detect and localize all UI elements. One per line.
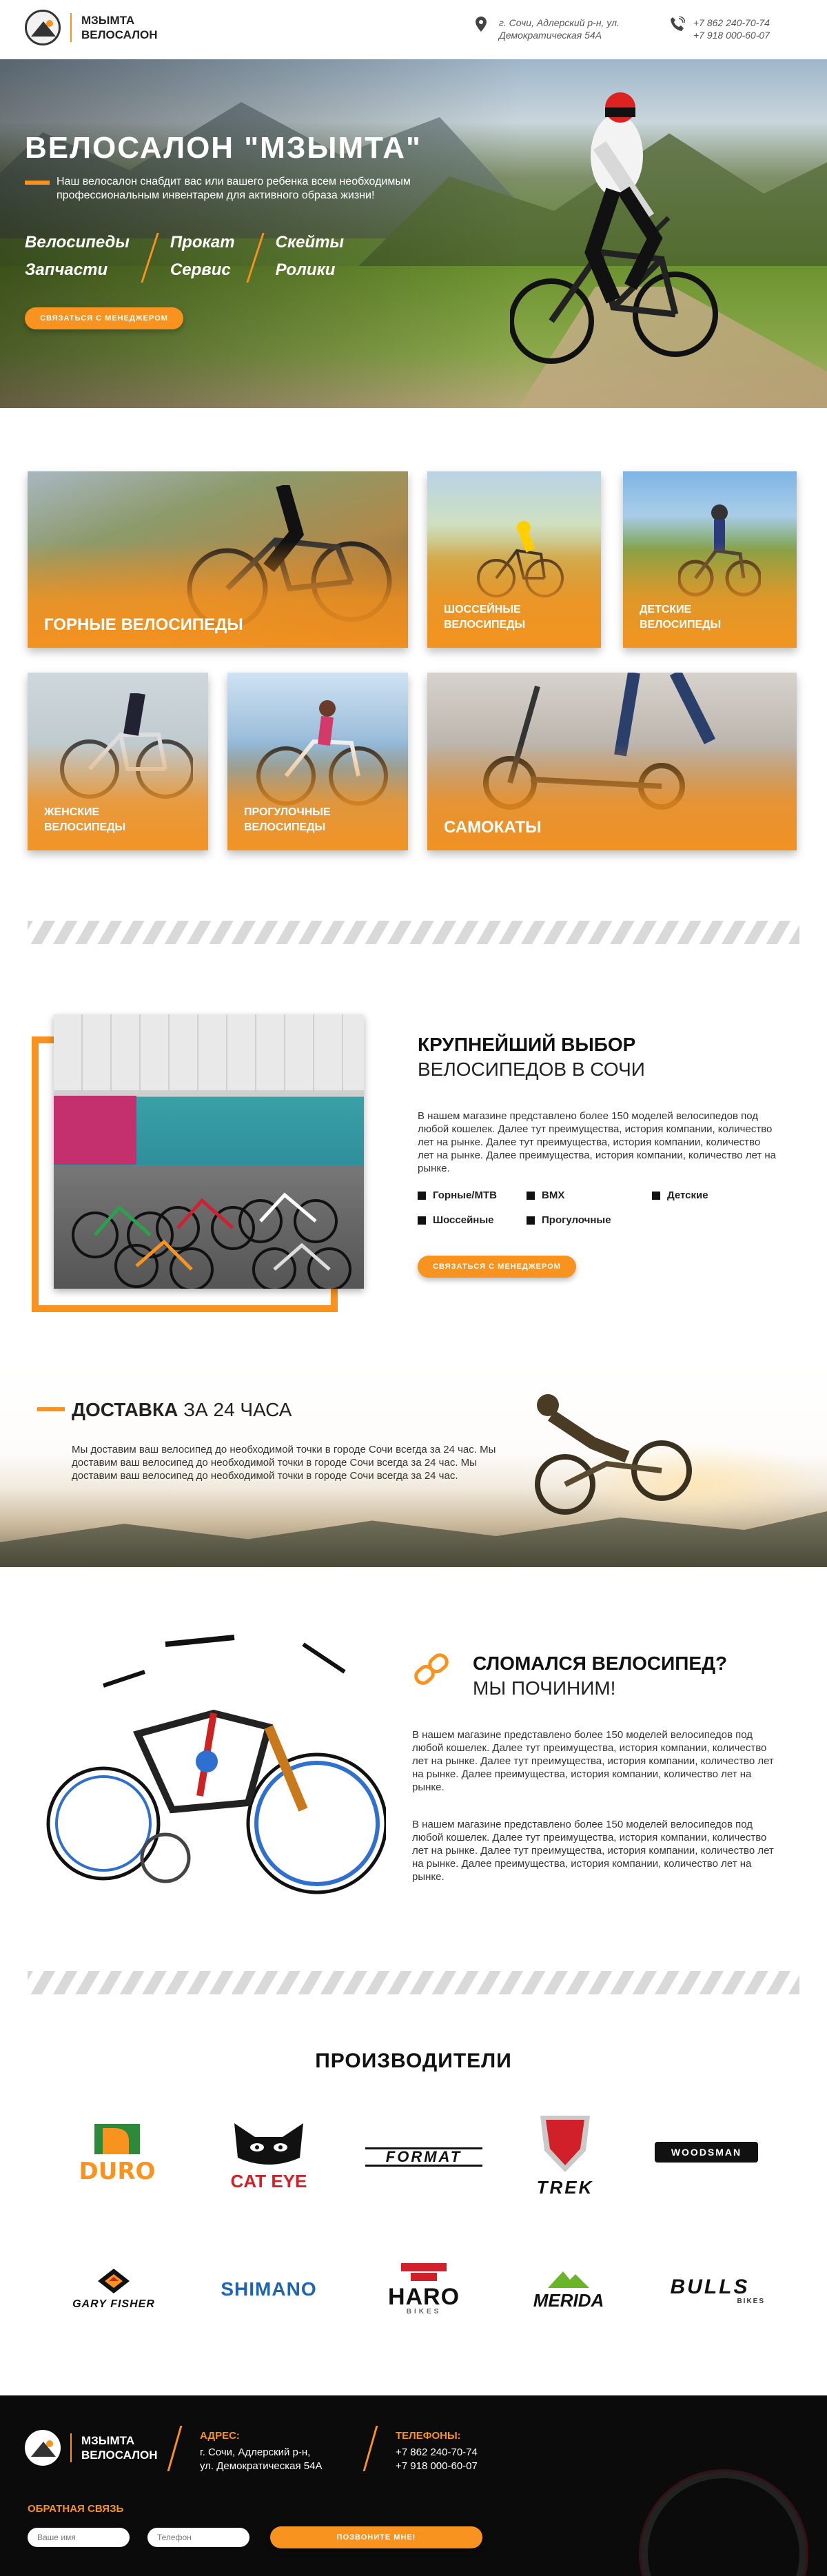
cat-face-icon: [234, 2123, 303, 2165]
brand-trek[interactable]: TREK: [524, 2113, 606, 2196]
site-footer: МЗЫМТА ВЕЛОСАЛОН АДРЕС: г. Сочи, Адлерск…: [0, 2395, 827, 2576]
header-phone1[interactable]: +7 862 240-70-74: [693, 17, 770, 29]
repair-title: СЛОМАЛСЯ ВЕЛОСИПЕД?: [473, 1653, 728, 1674]
category-tile-city[interactable]: ПРОГУЛОЧНЫЕ ВЕЛОСИПЕДЫ: [227, 673, 408, 850]
category-tile-road[interactable]: ШОССЕЙНЫЕ ВЕЛОСИПЕДЫ: [427, 471, 601, 648]
category-label: ГОРНЫЕ ВЕЛОСИПЕДЫ: [44, 615, 243, 634]
bullet-road: Шоссейные: [418, 1214, 494, 1226]
footer-address: АДРЕС: г. Сочи, Адлерский р-н, ул. Демок…: [200, 2430, 323, 2472]
hero-subtitle: Наш велосалон снабдит вас или вашего реб…: [57, 176, 411, 201]
footer-phone2[interactable]: +7 918 000-60-07: [396, 2460, 478, 2473]
brand-woodsman[interactable]: WOODSMAN: [655, 2142, 758, 2163]
brand-cateye[interactable]: CAT EYE: [214, 2120, 324, 2191]
bullet-kids: Детские: [652, 1189, 708, 1201]
header-phones: +7 862 240-70-74 +7 918 000-60-07: [670, 16, 770, 41]
logo-mountain-icon: [25, 10, 61, 45]
haro-mark-icon: [401, 2263, 447, 2281]
logo-line1: МЗЫМТА: [81, 14, 135, 27]
logo[interactable]: МЗЫМТА ВЕЛОСАЛОН: [25, 10, 158, 45]
category-label: ШОССЕЙНЫЕ ВЕЛОСИПЕДЫ: [444, 604, 526, 631]
selection-text: В нашем магазине представлено более 150 …: [418, 1110, 777, 1174]
hero-link-rental[interactable]: Прокат: [170, 229, 235, 256]
logo-mountain-icon: [25, 2430, 61, 2466]
brand-duro[interactable]: DURO: [62, 2123, 172, 2184]
repair-text-2: В нашем магазине представлено более 150 …: [412, 1819, 774, 1883]
header-address: г. Сочи, Адлерский р-н, ул. Демократичес…: [476, 17, 620, 41]
category-tile-kids[interactable]: ДЕТСКИЕ ВЕЛОСИПЕДЫ: [623, 471, 797, 648]
bullet-mtb: Горные/МТВ: [418, 1189, 497, 1201]
trek-shield-icon: [540, 2116, 590, 2172]
hero-category-links: Велосипеды Запчасти Прокат Сервис Скейты…: [25, 229, 344, 284]
repair-subtitle: МЫ ПОЧИНИМ!: [473, 1677, 616, 1699]
hero-banner: ВЕЛОСАЛОН "МЗЫМТА" Наш велосалон снабдит…: [0, 59, 827, 408]
repair-text-1: В нашем магазине представлено более 150 …: [412, 1729, 774, 1793]
bmx-rider-illustration: [535, 1394, 692, 1515]
footer-logo[interactable]: МЗЫМТА ВЕЛОСАЛОН: [25, 2430, 158, 2466]
footer-phones: ТЕЛЕФОНЫ: +7 862 240-70-74 +7 918 000-60…: [396, 2430, 478, 2473]
hero-contact-button[interactable]: СВЯЗАТЬСЯ С МЕНЕДЖЕРОМ: [25, 307, 183, 329]
brand-shimano[interactable]: SHIMANO: [207, 2278, 331, 2300]
logo-line2: ВЕЛОСАЛОН: [81, 28, 158, 41]
chain-icon: [414, 1653, 449, 1685]
phone-icon: [670, 16, 686, 32]
hero-link-bikes[interactable]: Велосипеды: [25, 229, 130, 256]
duro-logo-icon: [94, 2124, 140, 2154]
category-label: ПРОГУЛОЧНЫЕ ВЕЛОСИПЕДЫ: [244, 806, 331, 833]
selection-contact-button[interactable]: СВЯЗАТЬСЯ С МЕНЕДЖЕРОМ: [418, 1256, 576, 1278]
delivery-accent-bar: [37, 1407, 65, 1411]
address-line1: г. Сочи, Адлерский р-н, ул.: [499, 17, 620, 28]
exploded-bike-illustration: [46, 1635, 386, 1894]
category-tile-mountain[interactable]: ГОРНЫЕ ВЕЛОСИПЕДЫ: [28, 471, 408, 648]
hero-link-parts[interactable]: Запчасти: [25, 256, 130, 284]
hero-title: ВЕЛОСАЛОН "МЗЫМТА": [25, 131, 422, 165]
gary-fisher-diamond-icon: [98, 2269, 130, 2293]
brands-title: ПРОИЗВОДИТЕЛИ: [315, 2049, 512, 2072]
bullet-bmx: BMX: [527, 1189, 564, 1201]
category-tile-women[interactable]: ЖЕНСКИЕ ВЕЛОСИПЕДЫ: [28, 673, 208, 850]
category-tile-scooters[interactable]: САМОКАТЫ: [427, 673, 797, 850]
brand-gary-fisher[interactable]: GARY FISHER: [55, 2267, 172, 2311]
category-label: ЖЕНСКИЕ ВЕЛОСИПЕДЫ: [44, 806, 126, 833]
callback-button[interactable]: ПОЗВОНИТЕ МНЕ!: [270, 2526, 482, 2548]
category-label: САМОКАТЫ: [444, 818, 542, 837]
delivery-section: ДОСТАВКА ЗА 24 ЧАСА Мы доставим ваш вело…: [0, 1360, 827, 1567]
phone-input[interactable]: [147, 2528, 249, 2547]
header-phone2[interactable]: +7 918 000-60-07: [693, 29, 770, 41]
merida-mountain-icon: [548, 2271, 589, 2288]
brand-bulls[interactable]: BULLS BIKES: [655, 2277, 765, 2306]
feedback-label: ОБРАТНАЯ СВЯЗЬ: [28, 2503, 124, 2515]
cyclist-illustration: [510, 92, 718, 364]
category-label: ДЕТСКИЕ ВЕЛОСИПЕДЫ: [640, 604, 722, 631]
stripe-divider: [28, 921, 799, 944]
brand-format[interactable]: FORMAT: [365, 2147, 482, 2167]
hero-accent-bar: [25, 181, 50, 185]
bullet-city: Прогулочные: [527, 1214, 611, 1226]
hero-link-skates[interactable]: Скейты: [276, 229, 344, 256]
map-pin-icon: [476, 17, 491, 32]
selection-title: КРУПНЕЙШИЙ ВЫБОР: [418, 1034, 636, 1055]
name-input[interactable]: [28, 2528, 130, 2547]
site-header: МЗЫМТА ВЕЛОСАЛОН г. Сочи, Адлерский р-н,…: [0, 0, 827, 59]
logo-divider: [70, 13, 72, 42]
brand-haro[interactable]: HARO BIKES: [365, 2262, 482, 2316]
hero-link-service[interactable]: Сервис: [170, 256, 235, 284]
selection-subtitle: ВЕЛОСИПЕДОВ В СОЧИ: [418, 1059, 645, 1080]
footer-phone1[interactable]: +7 862 240-70-74: [396, 2446, 478, 2460]
delivery-text: Мы доставим ваш велосипед до необходимой…: [72, 1444, 496, 1482]
delivery-title: ДОСТАВКА ЗА 24 ЧАСА: [72, 1399, 292, 1420]
store-photo: [54, 1014, 364, 1289]
address-line2: Демократическая 54А: [499, 30, 602, 41]
brand-merida[interactable]: MERIDA: [510, 2269, 627, 2309]
hero-link-rollers[interactable]: Ролики: [276, 256, 344, 284]
stripe-divider: [28, 1971, 799, 1994]
